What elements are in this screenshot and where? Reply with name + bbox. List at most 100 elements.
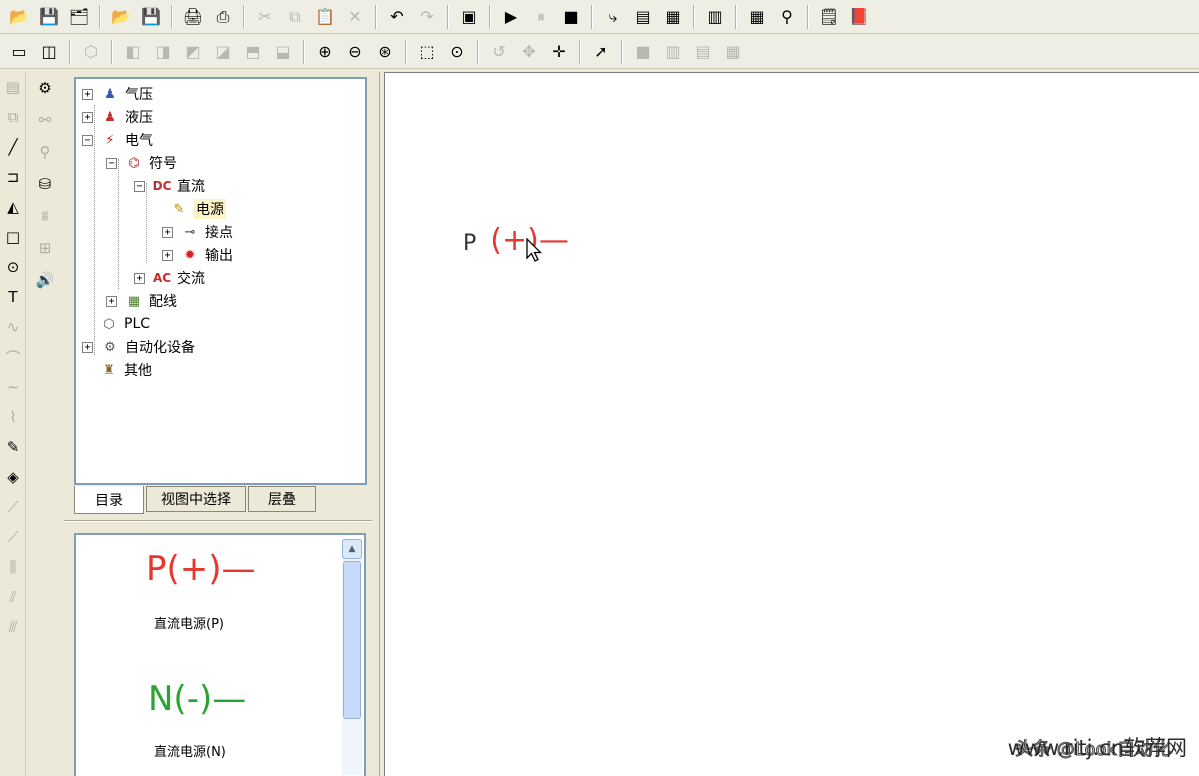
group-tool-button[interactable]: ⫻: [0, 612, 26, 642]
save-all-button[interactable]: 🗂: [66, 4, 92, 30]
zoom-out-button[interactable]: ⊖: [342, 39, 368, 65]
panel-vertical-button[interactable]: ▥: [660, 39, 686, 65]
orbit-button[interactable]: ✥: [516, 39, 542, 65]
scroll-thumb[interactable]: [343, 561, 361, 719]
ellipse-tool-button[interactable]: ⊙: [0, 252, 26, 282]
expand-icon[interactable]: +: [162, 226, 173, 238]
move-person-button[interactable]: ⚲: [28, 136, 62, 168]
shape-box-button[interactable]: ⬡: [78, 39, 104, 65]
open-folder-button[interactable]: 📂: [6, 4, 32, 30]
link-component-button[interactable]: ⚯: [28, 104, 62, 136]
zoom-region-button[interactable]: ⊙: [444, 39, 470, 65]
view-bottom-button[interactable]: ⬓: [270, 39, 296, 65]
print-preview-button[interactable]: 🖨: [180, 4, 206, 30]
view-front-button[interactable]: ◧: [120, 39, 146, 65]
delete-button[interactable]: ✕: [342, 4, 368, 30]
page-link-button[interactable]: ⧉: [0, 102, 26, 132]
library-button[interactable]: ▥: [702, 4, 728, 30]
view-side-button[interactable]: ◨: [150, 39, 176, 65]
expand-icon[interactable]: +: [82, 341, 93, 353]
graph2-tool-button[interactable]: ⟋: [0, 522, 26, 552]
panel-quad-button[interactable]: ▦: [720, 39, 746, 65]
tree-node[interactable]: + ⊸ 接点: [162, 221, 233, 243]
vertical-splitter[interactable]: [372, 72, 380, 776]
component-button[interactable]: ⚙: [28, 72, 62, 104]
tree-node[interactable]: − ⌬ 符号: [106, 152, 177, 174]
speaker-button[interactable]: 🔊: [28, 264, 62, 296]
layout-single-button[interactable]: ▭: [6, 39, 32, 65]
tree-node[interactable]: + AC 交流: [134, 267, 205, 289]
help-book-button[interactable]: 📕: [846, 4, 872, 30]
align-tool-button[interactable]: ⫼: [0, 552, 26, 582]
pen-tool-button[interactable]: ✎: [0, 432, 26, 462]
scroll-up-button[interactable]: ▲: [342, 539, 362, 559]
select-pointer-button[interactable]: ➚: [588, 39, 614, 65]
document-button[interactable]: ▤: [630, 4, 656, 30]
preview-symbol-negative[interactable]: N(-)—: [148, 679, 246, 719]
page-button[interactable]: ▤: [0, 72, 26, 102]
polygon-tool-button[interactable]: ◭: [0, 192, 26, 222]
curve-tool-button[interactable]: ∿: [0, 312, 26, 342]
play-button[interactable]: ▶: [498, 4, 524, 30]
connect-button[interactable]: ⤷: [600, 4, 626, 30]
save-button[interactable]: 💾: [36, 4, 62, 30]
zoom-fit-button[interactable]: ⊛: [372, 39, 398, 65]
rectangle-tool-button[interactable]: □: [0, 222, 26, 252]
rotate-button[interactable]: ↺: [486, 39, 512, 65]
table-button[interactable]: ⊞: [28, 232, 62, 264]
layout-split-button[interactable]: ◫: [36, 39, 62, 65]
fill-tool-button[interactable]: ◈: [0, 462, 26, 492]
pause-button[interactable]: ⏸: [528, 4, 554, 30]
stop-button[interactable]: ■: [558, 4, 584, 30]
open-button[interactable]: 📂: [108, 4, 134, 30]
zoom-window-button[interactable]: ⬚: [414, 39, 440, 65]
horizontal-splitter[interactable]: [64, 520, 376, 522]
pan-button[interactable]: ✛: [546, 39, 572, 65]
tree-node[interactable]: ♜ 其他: [98, 359, 152, 381]
grid-button[interactable]: ▦: [744, 4, 770, 30]
tree-node[interactable]: + ♟ 液压: [82, 106, 153, 128]
tree-node[interactable]: − DC 直流: [134, 175, 205, 197]
arc-tool-button[interactable]: ⌒: [0, 342, 26, 372]
panel-full-button[interactable]: ■: [630, 39, 656, 65]
tab-select-in-view[interactable]: 视图中选择: [146, 486, 246, 512]
expand-icon[interactable]: +: [134, 272, 145, 284]
collapse-icon[interactable]: −: [82, 134, 93, 146]
tree-node[interactable]: + ⚙ 自动化设备: [82, 336, 195, 358]
expand-icon[interactable]: +: [106, 295, 117, 307]
zoom-in-button[interactable]: ⊕: [312, 39, 338, 65]
tab-layers[interactable]: 层叠: [248, 486, 316, 512]
view-top-button[interactable]: ◩: [180, 39, 206, 65]
collapse-icon[interactable]: −: [106, 157, 117, 169]
polyline-tool-button[interactable]: ⊐: [0, 162, 26, 192]
text-tool-button[interactable]: T: [0, 282, 26, 312]
tree-node[interactable]: − ⚡ 电气: [82, 129, 153, 151]
preview-symbol-positive[interactable]: P(+)—: [146, 549, 256, 589]
cylinder-button[interactable]: ⛁: [28, 168, 62, 200]
save-disk-button[interactable]: 💾: [138, 4, 164, 30]
bezier-tool-button[interactable]: ∼: [0, 372, 26, 402]
spline-tool-button[interactable]: ⌇: [0, 402, 26, 432]
print-button[interactable]: ⎙: [210, 4, 236, 30]
expand-icon[interactable]: +: [82, 88, 93, 100]
view-iso-button[interactable]: ◪: [210, 39, 236, 65]
view-back-button[interactable]: ⬒: [240, 39, 266, 65]
document-check-button[interactable]: ▦: [660, 4, 686, 30]
collapse-icon[interactable]: −: [134, 180, 145, 192]
preview-scrollbar[interactable]: ▲: [342, 539, 362, 775]
simulate-button[interactable]: ▣: [456, 4, 482, 30]
tree-node[interactable]: ⬡ PLC: [98, 313, 150, 335]
cut-button[interactable]: ✂: [252, 4, 278, 30]
tree-node[interactable]: + ▦ 配线: [106, 290, 177, 312]
graph-tool-button[interactable]: ⟋: [0, 492, 26, 522]
expand-icon[interactable]: +: [162, 249, 173, 261]
redo-button[interactable]: ↷: [414, 4, 440, 30]
tab-catalog[interactable]: 目录: [74, 486, 144, 514]
probe-button[interactable]: ⚲: [774, 4, 800, 30]
expand-icon[interactable]: +: [82, 111, 93, 123]
paste-button[interactable]: 📋: [312, 4, 338, 30]
panel-horizontal-button[interactable]: ▤: [690, 39, 716, 65]
canvas-dc-source-symbol[interactable]: P (+)—: [463, 223, 569, 258]
undo-button[interactable]: ↶: [384, 4, 410, 30]
notes-button[interactable]: 🗒: [816, 4, 842, 30]
